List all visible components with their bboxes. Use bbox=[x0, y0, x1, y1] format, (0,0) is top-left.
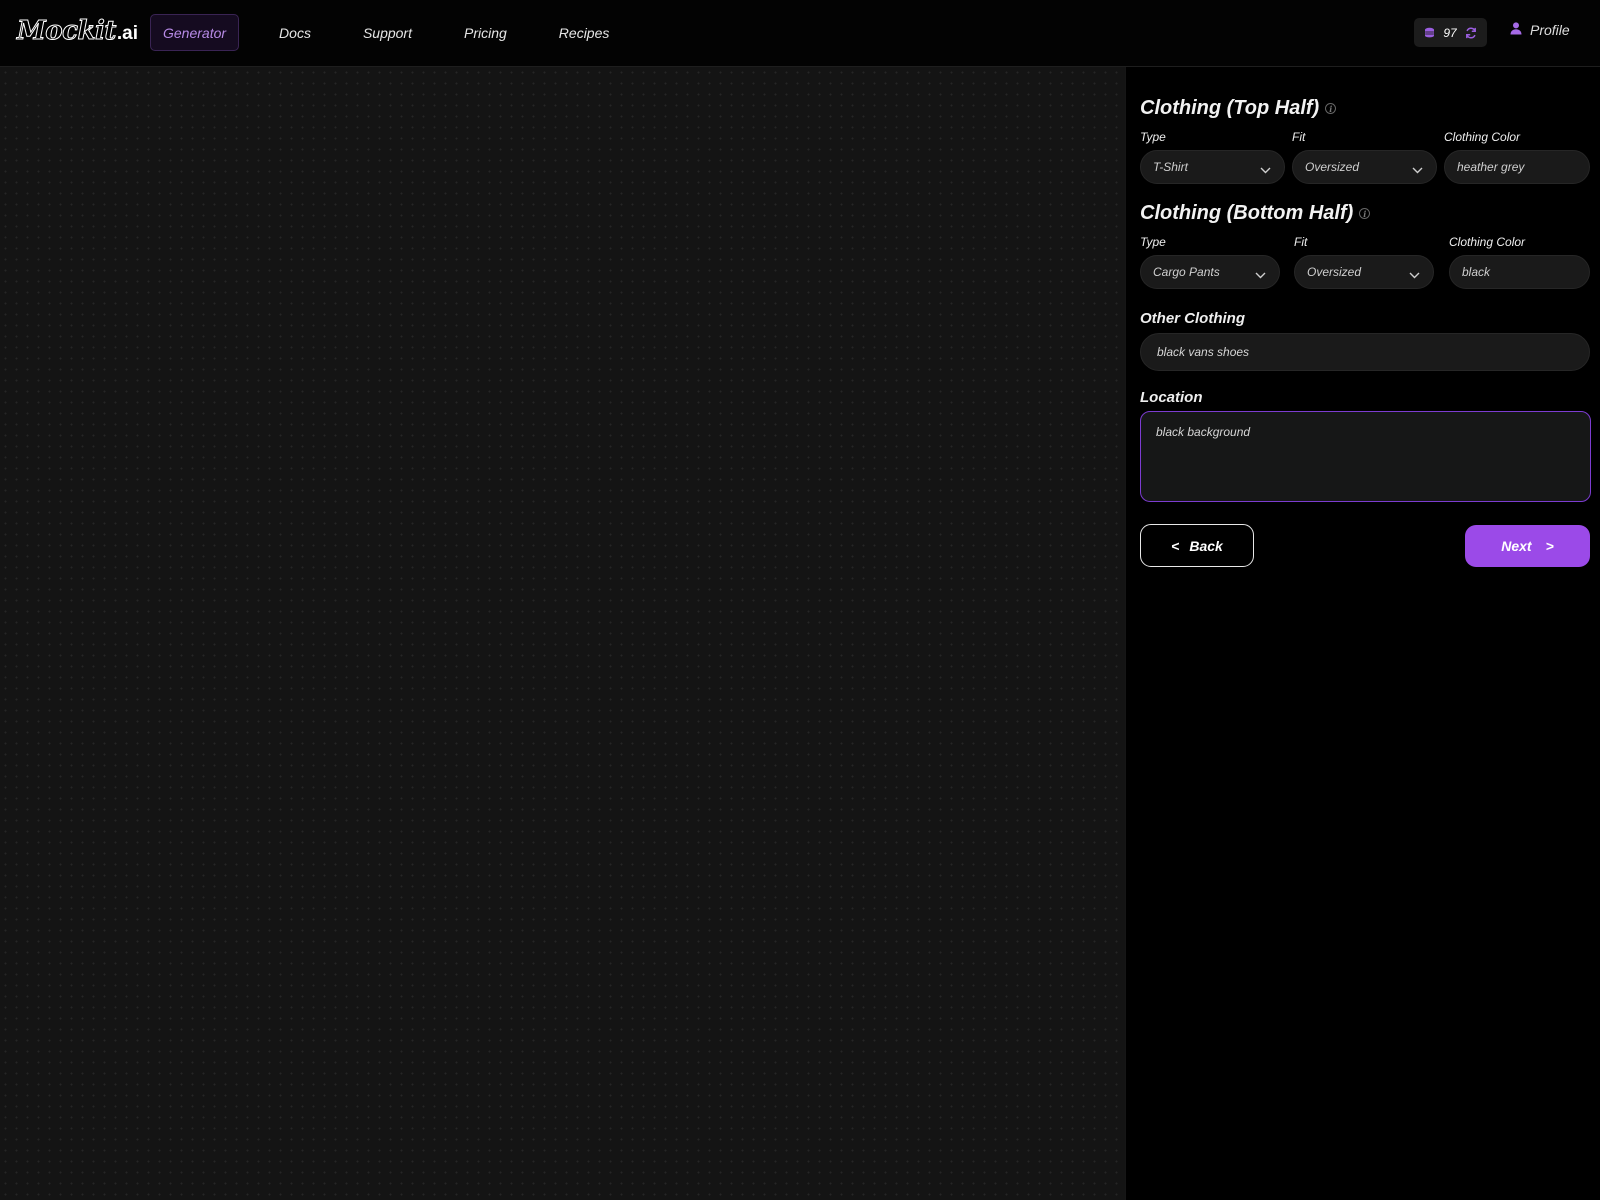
user-icon bbox=[1510, 22, 1522, 38]
section-title-top-half-text: Clothing (Top Half) bbox=[1140, 97, 1320, 119]
brand-logo[interactable]: Mockit .ai bbox=[17, 16, 138, 48]
clothing-settings-panel: Clothing (Top Half) i Type Fit Clothing … bbox=[1125, 67, 1600, 1200]
bottom-type-select[interactable]: Cargo Pants bbox=[1140, 255, 1280, 289]
location-label: Location bbox=[1140, 389, 1203, 406]
nav-item-recipes[interactable]: Recipes bbox=[559, 14, 610, 51]
top-type-value: T-Shirt bbox=[1153, 160, 1188, 174]
profile-label: Profile bbox=[1530, 22, 1570, 38]
credits-counter[interactable]: 97 bbox=[1414, 18, 1487, 47]
section-title-bottom-half: Clothing (Bottom Half) i bbox=[1140, 202, 1371, 225]
bottom-color-label: Clothing Color bbox=[1449, 235, 1526, 249]
top-color-value: heather grey bbox=[1457, 160, 1525, 174]
info-icon[interactable]: i bbox=[1359, 208, 1371, 219]
bottom-type-label: Type bbox=[1140, 235, 1166, 249]
bottom-fit-label: Fit bbox=[1294, 235, 1308, 249]
top-type-select[interactable]: T-Shirt bbox=[1140, 150, 1285, 184]
bottom-color-value: black bbox=[1462, 265, 1491, 279]
next-label: Next bbox=[1501, 538, 1532, 554]
brand-logo-tld: .ai bbox=[116, 23, 138, 44]
top-navigation-bar: Mockit .ai Generator Docs Support Pricin… bbox=[0, 0, 1600, 67]
info-icon[interactable]: i bbox=[1325, 103, 1337, 114]
nav-item-docs[interactable]: Docs bbox=[279, 14, 311, 51]
section-title-top-half: Clothing (Top Half) i bbox=[1140, 97, 1337, 120]
section-title-bottom-half-text: Clothing (Bottom Half) bbox=[1140, 202, 1354, 224]
other-clothing-input[interactable]: black vans shoes bbox=[1140, 333, 1590, 371]
next-button[interactable]: Next > bbox=[1465, 525, 1590, 567]
chevron-down-icon bbox=[1255, 268, 1266, 282]
bottom-type-value: Cargo Pants bbox=[1153, 265, 1220, 279]
top-fit-value: Oversized bbox=[1305, 160, 1360, 174]
location-textarea[interactable]: black background bbox=[1140, 411, 1591, 502]
back-arrow: < bbox=[1171, 537, 1180, 554]
refresh-icon[interactable] bbox=[1465, 26, 1477, 39]
coins-icon bbox=[1424, 27, 1435, 38]
chevron-down-icon bbox=[1412, 163, 1423, 177]
location-value: black background bbox=[1156, 425, 1251, 439]
chevron-down-icon bbox=[1409, 268, 1420, 282]
top-fit-label: Fit bbox=[1292, 130, 1306, 144]
credits-count: 97 bbox=[1443, 25, 1457, 40]
bottom-fit-select[interactable]: Oversized bbox=[1294, 255, 1434, 289]
nav-item-generator[interactable]: Generator bbox=[150, 14, 240, 51]
top-color-label: Clothing Color bbox=[1444, 130, 1521, 144]
brand-logo-script: Mockit bbox=[17, 16, 117, 47]
profile-link[interactable]: Profile bbox=[1510, 22, 1570, 38]
nav-item-support[interactable]: Support bbox=[363, 14, 412, 51]
next-arrow: > bbox=[1545, 538, 1554, 554]
back-button[interactable]: < Back bbox=[1140, 524, 1254, 567]
top-type-label: Type bbox=[1140, 130, 1166, 144]
back-label: Back bbox=[1189, 537, 1223, 554]
top-color-input[interactable]: heather grey bbox=[1444, 150, 1590, 184]
top-fit-select[interactable]: Oversized bbox=[1292, 150, 1437, 184]
bottom-color-input[interactable]: black bbox=[1449, 255, 1590, 289]
other-clothing-label: Other Clothing bbox=[1140, 310, 1245, 327]
chevron-down-icon bbox=[1260, 163, 1271, 177]
other-clothing-value: black vans shoes bbox=[1157, 345, 1250, 359]
bottom-fit-value: Oversized bbox=[1307, 265, 1362, 279]
nav-item-pricing[interactable]: Pricing bbox=[464, 14, 507, 51]
mockup-canvas bbox=[0, 67, 1125, 1200]
main-nav: Generator Docs Support Pricing Recipes bbox=[150, 14, 609, 51]
